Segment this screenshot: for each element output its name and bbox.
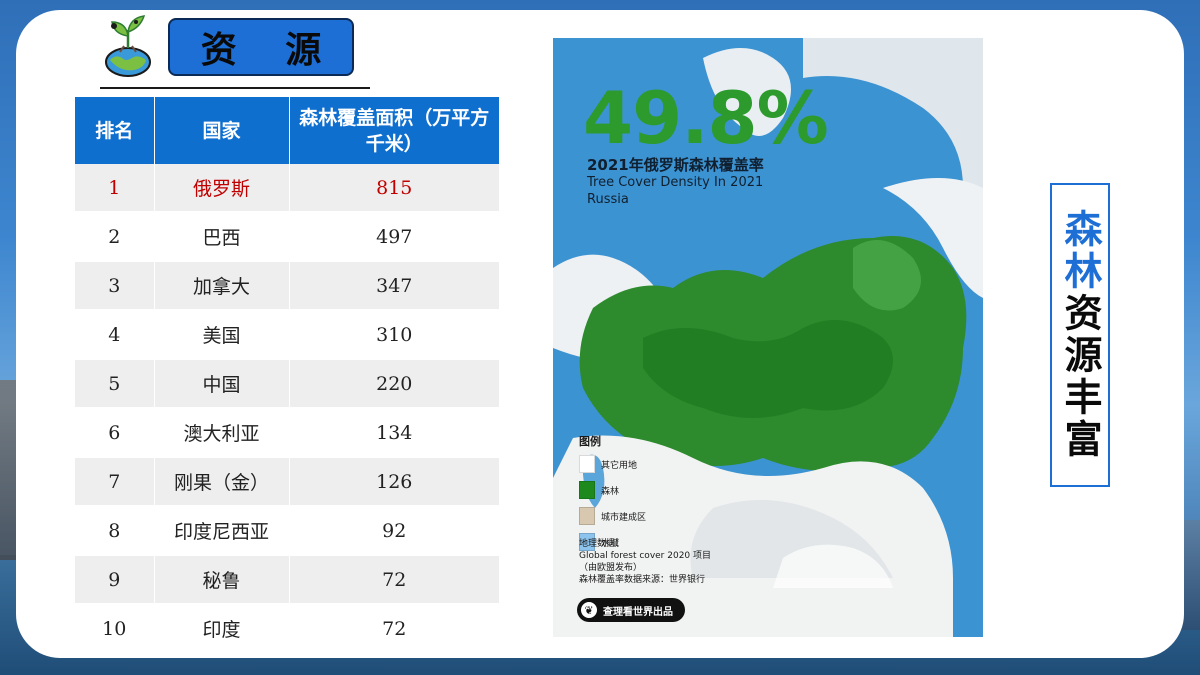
- side-caption-blue: 森林: [1058, 209, 1102, 293]
- legend-label: 城市建成区: [601, 512, 647, 523]
- legend-swatch-urban: [579, 507, 595, 525]
- section-title-box: 资 源: [168, 18, 354, 76]
- legend-swatch-other: [579, 455, 595, 473]
- area-cell: 347: [289, 261, 499, 311]
- rank-cell: 6: [75, 408, 155, 458]
- country-cell: 印度尼西亚: [154, 506, 290, 556]
- table-row: 7 刚果（金） 126: [75, 457, 499, 507]
- legend-item: 森林: [579, 481, 646, 499]
- area-cell: 126: [289, 457, 499, 507]
- rank-cell: 2: [75, 212, 155, 262]
- rank-cell: 10: [75, 604, 155, 654]
- side-caption: 森林资源丰富: [1058, 209, 1102, 461]
- forest-ranking-table: 排名 国家 森林覆盖面积（万平方千米） 1 俄罗斯 815 2 巴西 497 3…: [75, 97, 499, 654]
- rank-cell: 9: [75, 555, 155, 605]
- source-line: 地理数据：: [579, 539, 625, 549]
- map-title-cn: 2021年俄罗斯森林覆盖率: [587, 156, 764, 174]
- country-cell: 美国: [154, 310, 290, 360]
- title-underline: [100, 87, 370, 89]
- globe-sprout-icon: [105, 15, 151, 77]
- table-row: 4 美国 310: [75, 310, 499, 360]
- country-cell: 俄罗斯: [154, 164, 290, 213]
- header-area: 森林覆盖面积（万平方千米）: [289, 97, 499, 164]
- header-rank: 排名: [75, 97, 155, 164]
- table-row: 3 加拿大 347: [75, 261, 499, 311]
- area-cell: 310: [289, 310, 499, 360]
- legend-item: 其它用地: [579, 455, 646, 473]
- source-line: （由欧盟发布）: [579, 563, 643, 573]
- area-cell: 72: [289, 555, 499, 605]
- rank-cell: 1: [75, 164, 155, 213]
- source-line: 森林覆盖率数据来源：世界银行: [579, 575, 706, 585]
- legend-item: 城市建成区: [579, 507, 646, 525]
- rank-cell: 5: [75, 359, 155, 409]
- country-cell: 巴西: [154, 212, 290, 262]
- area-cell: 220: [289, 359, 499, 409]
- rank-cell: 3: [75, 261, 155, 311]
- rank-cell: 8: [75, 506, 155, 556]
- country-cell: 加拿大: [154, 261, 290, 311]
- map-percent: 49.8%: [583, 76, 829, 160]
- country-cell: 印度: [154, 604, 290, 654]
- rank-cell: 7: [75, 457, 155, 507]
- country-cell: 刚果（金）: [154, 457, 290, 507]
- header-country: 国家: [154, 97, 290, 164]
- area-cell: 134: [289, 408, 499, 458]
- side-caption-box: 森林资源丰富: [1050, 183, 1110, 487]
- area-cell: 92: [289, 506, 499, 556]
- country-cell: 秘鲁: [154, 555, 290, 605]
- area-cell: 72: [289, 604, 499, 654]
- country-cell: 澳大利亚: [154, 408, 290, 458]
- table-row: 6 澳大利亚 134: [75, 408, 499, 458]
- table-row: 1 俄罗斯 815: [75, 164, 499, 213]
- map-title-en: Tree Cover Density In 2021 Russia: [587, 175, 764, 207]
- section-title: 资 源: [200, 30, 340, 71]
- table-row: 2 巴西 497: [75, 212, 499, 262]
- area-cell: 815: [289, 164, 499, 213]
- source-line: Global forest cover 2020 项目: [579, 551, 712, 561]
- legend-swatch-forest: [579, 481, 595, 499]
- country-cell: 中国: [154, 359, 290, 409]
- table-header-row: 排名 国家 森林覆盖面积（万平方千米）: [75, 97, 499, 164]
- table-row: 9 秘鲁 72: [75, 555, 499, 605]
- area-cell: 497: [289, 212, 499, 262]
- table-row: 8 印度尼西亚 92: [75, 506, 499, 556]
- legend-label: 森林: [601, 486, 620, 497]
- legend-label: 其它用地: [601, 460, 638, 471]
- map-source: 地理数据： Global forest cover 2020 项目 （由欧盟发布…: [579, 538, 711, 586]
- table-row: 10 印度 72: [75, 604, 499, 654]
- table-row: 5 中国 220: [75, 359, 499, 409]
- leaf-icon: ❦: [581, 602, 597, 618]
- russia-forest-map: 49.8% 2021年俄罗斯森林覆盖率 Tree Cover Density I…: [553, 38, 983, 637]
- side-caption-black: 资源丰富: [1058, 293, 1102, 461]
- brand-badge: ❦ 查理看世界出品: [577, 598, 685, 622]
- brand-text: 查理看世界出品: [603, 606, 673, 618]
- rank-cell: 4: [75, 310, 155, 360]
- legend-title: 图例: [579, 435, 601, 448]
